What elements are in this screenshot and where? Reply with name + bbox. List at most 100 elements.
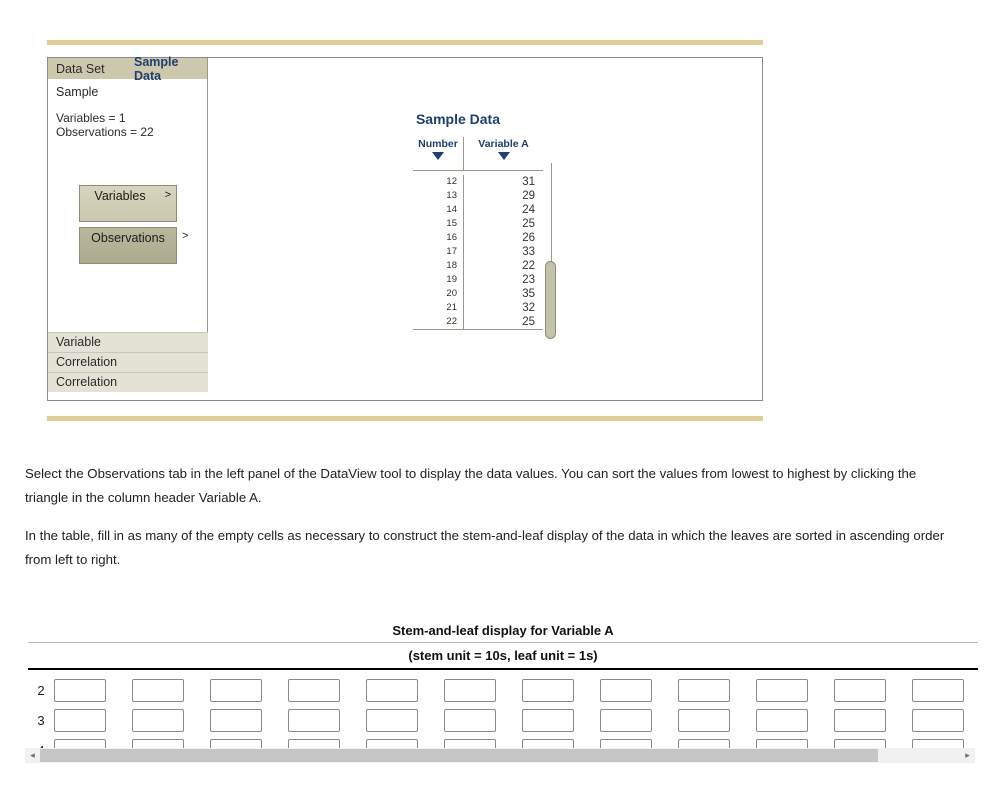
instruction-paragraph-2: In the table, fill in as many of the emp…: [25, 528, 945, 567]
table-cell-number: 13: [413, 189, 464, 203]
stem-and-leaf-subtitle: (stem unit = 10s, leaf unit = 1s): [408, 648, 598, 663]
table-row[interactable]: 12 31: [413, 175, 543, 189]
table-cell-number: 20: [413, 287, 464, 301]
leaf-input-cell[interactable]: [444, 678, 496, 702]
leaf-input-cell[interactable]: [600, 678, 652, 702]
leaf-input-cell[interactable]: [600, 708, 652, 732]
table-cell-number: 22: [413, 315, 464, 329]
data-set-header: Data Set Sample Data: [48, 55, 207, 83]
divider-top: [47, 40, 763, 45]
table-cell-variable-a: 24: [522, 204, 535, 216]
leaf-input-cell[interactable]: [444, 708, 496, 732]
leaf-input-cell[interactable]: [366, 678, 418, 702]
stem-label: 3: [37, 712, 45, 728]
leaf-input-cell[interactable]: [678, 678, 730, 702]
leaf-input-cell[interactable]: [288, 708, 340, 732]
observations-button[interactable]: Observations: [79, 227, 177, 264]
leaf-input-cell[interactable]: [54, 708, 106, 732]
leaf-input-cell[interactable]: [132, 678, 184, 702]
leaf-input-cell[interactable]: [132, 708, 184, 732]
observations-button-label: Observations: [91, 231, 165, 245]
variables-button-label: Variables: [94, 189, 146, 203]
dataview-tool: Data Set Sample Data Sample Variables = …: [47, 55, 763, 401]
table-cell-variable-a: 32: [522, 302, 535, 314]
column-header-variable-a[interactable]: Variable A: [464, 137, 543, 170]
sort-triangle-down-icon[interactable]: [432, 152, 444, 160]
table-cell-variable-a: 29: [522, 190, 535, 202]
leaf-input-cell[interactable]: [756, 678, 808, 702]
table-row[interactable]: 21 32: [413, 301, 543, 315]
column-header-variable-a-label: Variable A: [478, 138, 529, 150]
page-root: Data Set Sample Data Sample Variables = …: [0, 0, 1006, 792]
leaf-input-cell[interactable]: [522, 678, 574, 702]
variables-count: Variables = 1: [56, 111, 126, 125]
stem-and-leaf-row: 2: [28, 675, 978, 705]
chevron-right-icon: >: [182, 230, 189, 242]
horizontal-scrollbar-thumb[interactable]: [40, 749, 878, 762]
table-cell-number: 15: [413, 217, 464, 231]
sort-triangle-down-icon[interactable]: [497, 152, 510, 160]
sidebar-item-variable[interactable]: Variable: [48, 332, 208, 352]
data-table-body: 12 31 13 29 14 24 15 25 16 26 17 33 18 22 19 23 20 35 21 32…: [413, 171, 543, 330]
sidebar-item-correlation-2[interactable]: Correlation: [48, 372, 208, 392]
sidebar-item-correlation-1[interactable]: Correlation: [48, 352, 208, 372]
table-cell-variable-a: 25: [522, 218, 535, 230]
horizontal-scrollbar-track[interactable]: [40, 748, 960, 763]
table-row[interactable]: 13 29: [413, 189, 543, 203]
table-row[interactable]: 19 23: [413, 273, 543, 287]
leaf-input-cell[interactable]: [288, 678, 340, 702]
leaf-input-cell[interactable]: [210, 708, 262, 732]
leaf-input-cell[interactable]: [366, 708, 418, 732]
leaf-input-cell[interactable]: [912, 708, 964, 732]
table-cell-number: 18: [413, 259, 464, 273]
divider-bottom: [47, 416, 763, 421]
variables-button[interactable]: Variables >: [79, 185, 177, 222]
table-row[interactable]: 16 26: [413, 231, 543, 245]
chevron-right-icon: >: [164, 189, 171, 201]
column-header-number[interactable]: Number: [413, 137, 464, 170]
data-table-header: Number Variable A: [413, 137, 543, 171]
table-cell-number: 12: [413, 175, 464, 189]
table-cell-variable-a: 35: [522, 288, 535, 300]
data-table-title: Sample Data: [415, 111, 501, 127]
leaf-input-cell[interactable]: [210, 678, 262, 702]
stem-label: 2: [37, 682, 45, 698]
table-row[interactable]: 15 25: [413, 217, 543, 231]
table-cell-number: 16: [413, 231, 464, 245]
column-header-number-label: Number: [418, 138, 458, 150]
data-set-value: Sample Data: [134, 54, 179, 83]
data-set-label: Data Set: [56, 61, 105, 76]
table-scrollbar-thumb[interactable]: [545, 261, 556, 339]
dataset-stats: Variables = 1 Observations = 22: [48, 99, 207, 139]
leaf-input-cell[interactable]: [834, 678, 886, 702]
leaf-input-cell[interactable]: [54, 678, 106, 702]
leaf-input-cell[interactable]: [756, 708, 808, 732]
leaf-input-cell[interactable]: [678, 708, 730, 732]
leaf-input-cell[interactable]: [522, 708, 574, 732]
table-cell-number: 17: [413, 245, 464, 259]
table-row[interactable]: 17 33: [413, 245, 543, 259]
table-cell-variable-a: 22: [522, 260, 535, 272]
table-cell-variable-a: 23: [522, 274, 535, 286]
table-cell-number: 19: [413, 273, 464, 287]
stem-and-leaf-title: Stem-and-leaf display for Variable A: [392, 623, 614, 638]
scroll-left-arrow-icon[interactable]: ◂: [25, 748, 40, 763]
leaf-input-cell[interactable]: [834, 708, 886, 732]
table-cell-variable-a: 33: [522, 246, 535, 258]
stem-and-leaf-display: Stem-and-leaf display for Variable A (st…: [28, 623, 978, 765]
table-row[interactable]: 18 22: [413, 259, 543, 273]
leaf-input-cell[interactable]: [912, 678, 964, 702]
table-row[interactable]: 20 35: [413, 287, 543, 301]
table-cell-number: 14: [413, 203, 464, 217]
table-row[interactable]: 22 25: [413, 315, 543, 329]
table-cell-variable-a: 26: [522, 232, 535, 244]
table-cell-variable-a: 25: [522, 316, 535, 328]
observations-count: Observations = 22: [56, 125, 154, 139]
scroll-right-arrow-icon[interactable]: ▸: [960, 748, 975, 763]
horizontal-scrollbar[interactable]: ◂ ▸: [25, 748, 975, 763]
table-row[interactable]: 14 24: [413, 203, 543, 217]
stem-and-leaf-row: 3: [28, 705, 978, 735]
table-cell-number: 21: [413, 301, 464, 315]
dataview-left-panel: Data Set Sample Data Sample Variables = …: [48, 55, 208, 392]
data-table: Number Variable A 12 31 13 29 14 24 15 25 16 26 17…: [413, 137, 543, 330]
